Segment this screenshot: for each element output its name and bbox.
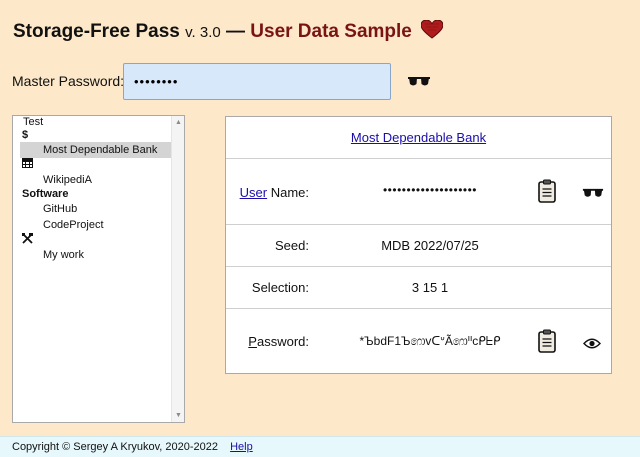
app-name: Storage-Free Pass: [13, 21, 180, 42]
seed-label: Seed:: [275, 238, 309, 253]
tree-item-codeproject[interactable]: CodeProject: [13, 217, 171, 233]
selection-value[interactable]: 3 15 1: [340, 280, 520, 295]
copyright-text: Copyright © Sergey A Kryukov, 2020-2022: [12, 441, 219, 453]
password-value: *ЪbdF1Ъ෩vᑕᐡÃ෩ᐦcᑭᖶᑭ: [359, 334, 501, 348]
user-name-row: User Name: ••••••••••••••••••••: [226, 159, 611, 225]
panel-title-row: Most Dependable Bank: [226, 117, 611, 159]
header-dash: —: [226, 21, 245, 42]
clipboard-icon[interactable]: [538, 329, 556, 358]
master-password-label: Master Password:: [12, 73, 125, 89]
sunglasses-icon[interactable]: [407, 75, 431, 93]
seed-value[interactable]: MDB 2022/07/25: [340, 238, 520, 253]
tree-group-test[interactable]: Test: [13, 116, 171, 129]
tree-item-most-dependable-bank[interactable]: Most Dependable Bank: [20, 142, 171, 158]
scroll-up-arrow-icon[interactable]: ▲: [175, 119, 182, 126]
scroll-down-arrow-icon[interactable]: ▼: [175, 412, 182, 419]
master-password-row: Master Password:: [11, 63, 441, 100]
account-title-link[interactable]: Most Dependable Bank: [226, 130, 611, 145]
heart-icon: [421, 20, 444, 39]
tree-item-my-work[interactable]: My work: [13, 247, 171, 263]
tools-icon: [13, 233, 171, 247]
bank-icon: [13, 158, 171, 172]
user-name-label: User Name:: [239, 185, 309, 200]
app-header: Storage-Free Pass v. 3.0 — User Data Sam…: [13, 20, 444, 43]
seed-row: Seed: MDB 2022/07/25: [226, 225, 611, 267]
clipboard-icon[interactable]: [538, 179, 556, 208]
help-link[interactable]: Help: [230, 441, 253, 453]
account-details-panel: Most Dependable Bank User Name: ••••••••…: [225, 116, 612, 374]
sample-subtitle: User Data Sample: [250, 21, 412, 42]
tree-item-wikipedia[interactable]: WikipediA: [13, 172, 171, 188]
master-password-input[interactable]: [123, 63, 391, 100]
eye-icon[interactable]: [583, 336, 601, 354]
tree-scrollbar[interactable]: ▲ ▼: [171, 116, 184, 422]
tree-item-github[interactable]: GitHub: [13, 201, 171, 217]
selection-label: Selection:: [251, 280, 309, 295]
footer: Copyright © Sergey A Kryukov, 2020-2022 …: [0, 436, 640, 457]
tree-group-dollar[interactable]: $: [13, 129, 171, 142]
user-name-value: ••••••••••••••••••••: [382, 183, 478, 197]
password-label: Password:: [248, 334, 309, 349]
account-tree[interactable]: Test $ Most Dependable Bank WikipediA So…: [12, 115, 185, 423]
user-link[interactable]: User: [240, 185, 267, 200]
password-row: Password: *ЪbdF1Ъ෩vᑕᐡÃ෩ᐦcᑭᖶᑭ: [226, 309, 611, 374]
sunglasses-icon[interactable]: [582, 186, 604, 204]
selection-row: Selection: 3 15 1: [226, 267, 611, 309]
app-version: v. 3.0: [185, 24, 221, 41]
tree-group-software[interactable]: Software: [13, 188, 171, 201]
